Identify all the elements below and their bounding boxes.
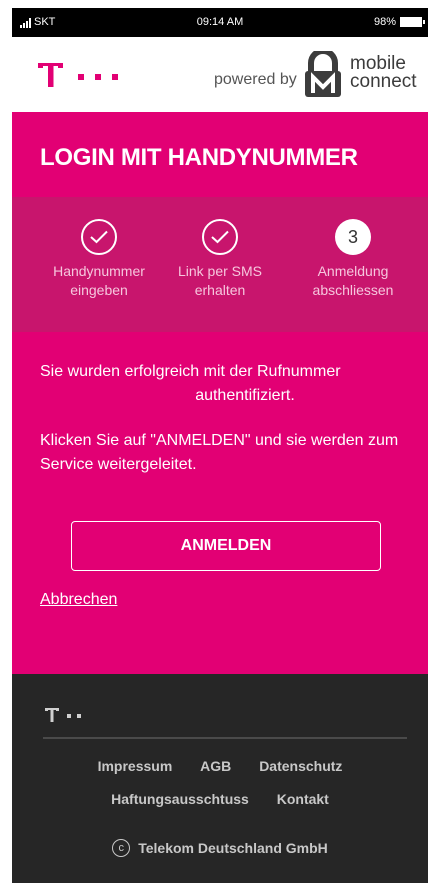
instruction-message: Klicken Sie auf "ANMELDEN" und sie werde… [40,432,399,473]
success-message: Sie wurden erfolgreich mit der Rufnummer… [40,363,341,404]
mobile-connect-lock-icon [305,51,341,97]
footer-links-row-2: Haftungsausschtuss Kontakt [12,791,428,807]
mobile-connect-wordmark: mobile connect [350,53,417,92]
page-title: LOGIN MIT HANDYNUMMER [40,144,358,171]
step-1: Handynummer eingeben [39,219,159,300]
step-3-label-2: abschliessen [312,282,394,298]
cancel-link[interactable]: Abbrechen [40,591,117,609]
telekom-footer-logo-icon [45,708,81,722]
step-3: 3 Anmeldung abschliessen [293,219,413,300]
status-time: 09:14 AM [196,16,244,28]
checkmark-icon [202,219,238,255]
battery-icon [400,17,425,27]
copyright-icon: c [112,839,131,857]
checkmark-icon [81,219,117,255]
kontakt-link[interactable]: Kontakt [277,791,329,807]
step-1-label-2: eingeben [70,282,128,298]
copyright-line: c Telekom Deutschland GmbH [12,839,428,857]
powered-by-label: powered by [214,71,297,88]
haftungsausschluss-link[interactable]: Haftungsausschtuss [111,791,249,807]
step-3-number: 3 [335,219,371,255]
copyright-text: Telekom Deutschland GmbH [138,840,328,856]
login-button[interactable]: ANMELDEN [71,521,381,571]
progress-steps: Handynummer eingeben Link per SMS erhalt… [12,197,428,332]
page-footer: Impressum AGB Datenschutz Haftungsaussch… [12,674,428,883]
footer-links-row-1: Impressum AGB Datenschutz [12,758,428,774]
battery-percent: 98% [373,16,396,28]
phone-screen: SKT 09:14 AM 98% powered by mobile conne… [12,8,428,883]
step-1-label-1: Handynummer [53,263,145,279]
impressum-link[interactable]: Impressum [98,758,173,774]
telekom-logo-icon [38,63,118,87]
login-panel: LOGIN MIT HANDYNUMMER Handynummer eingeb… [12,112,428,674]
step-3-label-1: Anmeldung [317,263,389,279]
status-bar: SKT 09:14 AM 98% [12,8,428,37]
page-header: powered by mobile connect [12,37,428,112]
step-2-label-2: erhalten [194,282,246,298]
datenschutz-link[interactable]: Datenschutz [259,758,342,774]
step-2: Link per SMS erhalten [160,219,280,300]
agb-link[interactable]: AGB [200,758,231,774]
step-2-label-1: Link per SMS [177,263,263,279]
footer-divider [43,737,407,739]
